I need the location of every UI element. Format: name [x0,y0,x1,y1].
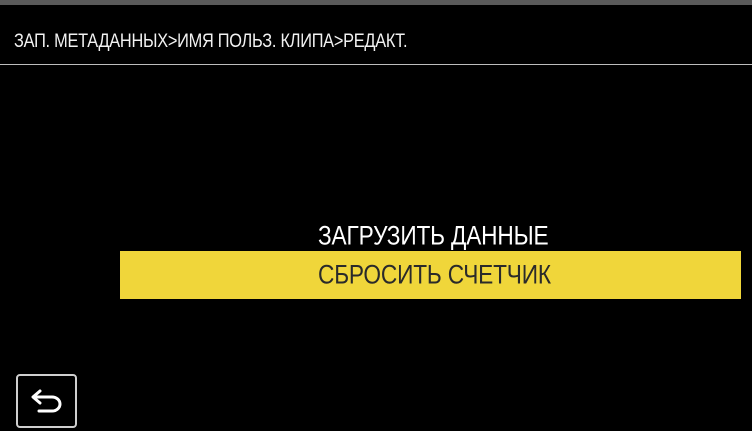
menu-item-label: ЗАГРУЗИТЬ ДАННЫЕ [318,220,549,251]
return-arrow-icon [31,389,61,413]
menu-item-label: СБРОСИТЬ СЧЕТЧИК [318,259,551,290]
back-button[interactable] [16,374,77,428]
menu-item-reset-counter[interactable]: СБРОСИТЬ СЧЕТЧИК [120,251,741,299]
scroll-area [741,66,752,431]
menu-list: ЗАГРУЗИТЬ ДАННЫЕ СБРОСИТЬ СЧЕТЧИК [0,0,752,431]
